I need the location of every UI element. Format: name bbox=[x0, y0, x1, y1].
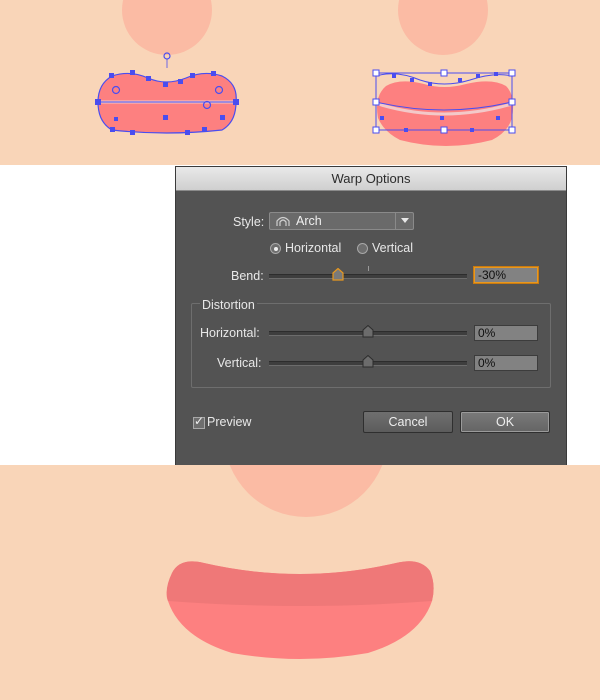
style-dropdown[interactable]: Arch bbox=[269, 212, 414, 230]
ok-button[interactable]: OK bbox=[460, 411, 550, 433]
distortion-group bbox=[191, 303, 551, 388]
preview-label[interactable]: Preview bbox=[207, 415, 251, 429]
horizontal-radio[interactable] bbox=[270, 243, 281, 254]
cheek-right bbox=[398, 0, 488, 55]
bend-slider-center-tick bbox=[368, 266, 369, 271]
bend-slider-track[interactable] bbox=[269, 274, 467, 279]
artboard-bottom bbox=[0, 465, 600, 700]
artboard-top bbox=[0, 0, 600, 165]
preview-checkbox[interactable] bbox=[193, 414, 205, 429]
mouth-final[interactable] bbox=[166, 561, 434, 659]
artboard-bottom-drawing bbox=[166, 465, 434, 659]
distortion-group-title: Distortion bbox=[200, 298, 257, 312]
dropdown-separator bbox=[395, 213, 396, 229]
bend-label: Bend: bbox=[231, 269, 264, 283]
distortion-horizontal-label: Horizontal: bbox=[200, 326, 260, 340]
cheek-left bbox=[122, 0, 212, 55]
mouth-shape-original[interactable] bbox=[95, 52, 239, 135]
arch-icon bbox=[276, 215, 290, 230]
dialog-title: Warp Options bbox=[176, 167, 566, 191]
cancel-button[interactable]: Cancel bbox=[363, 411, 453, 433]
vertical-radio[interactable] bbox=[357, 243, 368, 254]
vertical-radio-label[interactable]: Vertical bbox=[372, 241, 413, 255]
horizontal-radio-label[interactable]: Horizontal bbox=[285, 241, 341, 255]
warp-options-dialog: Warp Options Style: Arch Horizontal Vert… bbox=[176, 167, 566, 465]
distortion-horizontal-input[interactable]: 0% bbox=[474, 325, 538, 341]
distortion-horizontal-slider-thumb[interactable] bbox=[362, 324, 374, 341]
bend-slider-thumb[interactable] bbox=[332, 267, 344, 284]
style-label: Style: bbox=[233, 215, 265, 229]
chevron-down-icon bbox=[401, 218, 409, 223]
distortion-vertical-label: Vertical: bbox=[217, 356, 262, 370]
mouth-shape-warped[interactable] bbox=[372, 69, 516, 146]
distortion-vertical-slider-thumb[interactable] bbox=[362, 354, 374, 371]
cheek-bottom bbox=[229, 465, 383, 517]
artboard-top-drawing bbox=[95, 0, 516, 146]
style-dropdown-value: Arch bbox=[296, 214, 322, 228]
bend-value-input[interactable]: -30% bbox=[474, 267, 538, 283]
distortion-vertical-input[interactable]: 0% bbox=[474, 355, 538, 371]
